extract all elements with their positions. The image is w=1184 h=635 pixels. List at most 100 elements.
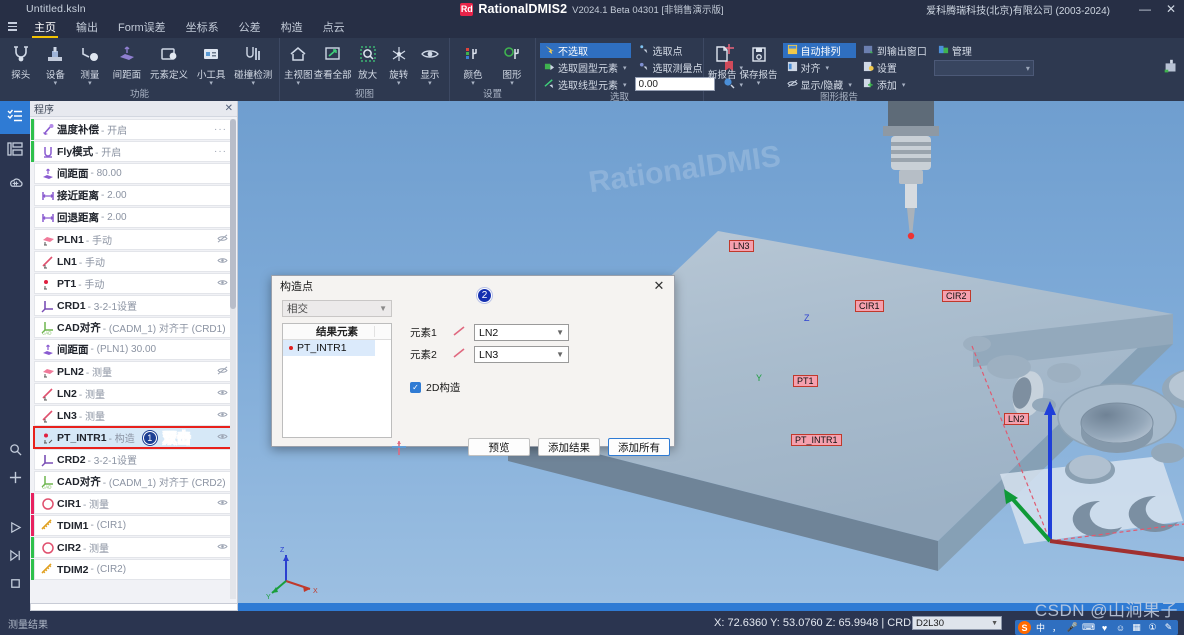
chevron-down-icon[interactable]: ▾ bbox=[623, 64, 627, 72]
ime-number-icon[interactable]: ① bbox=[1146, 621, 1159, 634]
add-result-button[interactable]: 添加结果 bbox=[538, 438, 600, 456]
program-row--[interactable]: 回退距离 - 2.00 bbox=[34, 207, 233, 228]
row-visible-icon[interactable] bbox=[217, 388, 228, 400]
select-tolerance-input[interactable] bbox=[634, 77, 715, 91]
ime-heart-icon[interactable]: ♥ bbox=[1098, 621, 1111, 634]
chevron-down-icon[interactable]: ▾ bbox=[88, 80, 92, 87]
chevron-down-icon[interactable]: ▾ bbox=[510, 80, 514, 87]
chevron-down-icon[interactable]: ▾ bbox=[251, 80, 255, 87]
preview-button[interactable]: 预览 bbox=[468, 438, 530, 456]
no-select-button[interactable]: 不选取 bbox=[540, 43, 631, 58]
show-hide-report-button[interactable]: 显示/隐藏 ▾ bbox=[783, 77, 856, 92]
row-visible-icon[interactable] bbox=[217, 278, 228, 290]
rail-program-list-button[interactable] bbox=[0, 101, 30, 134]
measure-button[interactable]: 测量 ▾ bbox=[73, 41, 107, 87]
chevron-down-icon[interactable]: ▾ bbox=[848, 81, 852, 89]
feature-label-ln2[interactable]: LN2 bbox=[1004, 413, 1029, 425]
program-row-cir2[interactable]: CIR2- 测量 bbox=[31, 537, 233, 558]
report-template-combo[interactable]: ▾ bbox=[933, 60, 1034, 76]
program-row-ln1[interactable]: LN1- 手动 bbox=[34, 251, 233, 272]
feature-label-ln3[interactable]: LN3 bbox=[729, 240, 754, 252]
program-row-list[interactable]: 温度补偿 - 开启 ··· Fly模式 - 开启 ··· 间距面 - 80.00 接近距离 - 2… bbox=[30, 117, 237, 611]
program-row-ln2[interactable]: LN2- 测量 bbox=[34, 383, 233, 404]
program-row-cad-[interactable]: CAD CAD对齐 - (CADM_1) 对齐于 (CRD1) bbox=[34, 317, 233, 338]
tab-construct[interactable]: 构造 bbox=[271, 18, 313, 38]
close-icon[interactable]: ✕ bbox=[225, 103, 233, 114]
rail-add-button[interactable] bbox=[0, 465, 30, 493]
probe-button[interactable]: 探头 bbox=[4, 41, 38, 81]
fit-all-button[interactable]: 查看全部 bbox=[314, 41, 352, 81]
program-row--[interactable]: 间距面 - 80.00 bbox=[34, 163, 233, 184]
probe-selector-combo[interactable]: D2L30 ▼ bbox=[912, 616, 1002, 630]
row-visible-icon[interactable] bbox=[217, 256, 228, 268]
align-report-button[interactable]: 对齐 ▾ bbox=[783, 60, 856, 75]
select-point-button[interactable]: 选取点 bbox=[635, 43, 715, 58]
row-visible-icon[interactable] bbox=[217, 542, 228, 554]
program-row-tdim2[interactable]: TDIM2- (CIR2) bbox=[31, 559, 233, 580]
chevron-down-icon[interactable]: ▾ bbox=[623, 81, 627, 89]
close-window-button[interactable]: ✕ bbox=[1158, 0, 1184, 18]
select-circle-feature-button[interactable]: 选取圆型元素 ▾ bbox=[540, 60, 631, 75]
select-line-feature-button[interactable]: 选取线型元素 ▾ bbox=[540, 77, 631, 92]
chevron-down-icon[interactable]: ▾ bbox=[397, 80, 401, 87]
sogou-logo-icon[interactable]: S bbox=[1018, 621, 1031, 634]
collision-button[interactable]: 碰撞检测 ▾ bbox=[231, 41, 275, 87]
feature-label-pt-intr1[interactable]: PT_INTR1 bbox=[791, 434, 842, 446]
feature-define-button[interactable]: 元素定义 bbox=[147, 41, 191, 81]
program-row--[interactable]: 间距面 - (PLN1) 30.00 bbox=[34, 339, 233, 360]
add-all-button[interactable]: 添加所有 bbox=[608, 438, 670, 456]
chevron-down-icon[interactable]: ▾ bbox=[471, 80, 475, 87]
ime-emoji-icon[interactable]: ☺ bbox=[1114, 621, 1127, 634]
construct-point-dialog[interactable]: 构造点 ✕ 2 相交 ▼ 结果元素 PT_INTR1 元素1 LN2 ▼ 元素2… bbox=[271, 275, 675, 456]
row-visible-icon[interactable] bbox=[217, 432, 228, 444]
element-1-combo[interactable]: LN2 ▼ bbox=[474, 324, 569, 341]
program-row-pln1[interactable]: PLN1- 手动 bbox=[34, 229, 233, 250]
report-settings-button[interactable]: 设置 bbox=[859, 60, 931, 75]
program-row--[interactable]: 温度补偿 - 开启 ··· bbox=[31, 119, 233, 140]
ime-toolbar[interactable]: S 中 ， 🎤 ⌨ ♥ ☺ ▦ ① ✎ bbox=[1015, 620, 1178, 635]
tab-pointcloud[interactable]: 点云 bbox=[313, 18, 355, 38]
clearance-plane-button[interactable]: 间距面 bbox=[108, 41, 147, 81]
rotate-button[interactable]: 旋转 ▾ bbox=[384, 41, 414, 87]
feature-label-cir2[interactable]: CIR2 bbox=[942, 290, 971, 302]
row-more-icon[interactable]: ··· bbox=[214, 124, 227, 135]
row-visible-icon[interactable] bbox=[217, 410, 228, 422]
element-2-combo[interactable]: LN3 ▼ bbox=[474, 346, 569, 363]
program-row-cir1[interactable]: CIR1- 测量 bbox=[31, 493, 233, 514]
chevron-down-icon[interactable]: ▾ bbox=[54, 80, 58, 87]
program-row-tdim1[interactable]: TDIM1- (CIR1) bbox=[31, 515, 233, 536]
feature-label-pt1[interactable]: PT1 bbox=[793, 375, 818, 387]
2d-construct-row[interactable]: ✓ 2D构造 bbox=[410, 380, 569, 395]
rail-cmm-button[interactable] bbox=[0, 167, 30, 200]
result-element-list[interactable]: 结果元素 PT_INTR1 bbox=[282, 323, 392, 438]
chevron-down-icon[interactable]: ▾ bbox=[902, 81, 906, 89]
chevron-down-icon[interactable]: ▾ bbox=[297, 80, 301, 87]
ime-mic-icon[interactable]: 🎤 bbox=[1066, 621, 1079, 634]
chevron-down-icon[interactable]: ▾ bbox=[826, 64, 830, 72]
program-row--[interactable]: 接近距离 - 2.00 bbox=[34, 185, 233, 206]
tab-tolerance[interactable]: 公差 bbox=[229, 18, 271, 38]
axis-cross-icon[interactable] bbox=[391, 440, 407, 459]
construct-method-combo[interactable]: 相交 ▼ bbox=[282, 300, 392, 317]
select-measure-point-button[interactable]: 选取测量点 bbox=[635, 60, 715, 75]
program-row-crd2[interactable]: CRD2- 3-2-1设置 bbox=[34, 449, 233, 470]
color-button[interactable]: 颜色 ▾ bbox=[454, 41, 492, 87]
chevron-down-icon[interactable]: ▾ bbox=[428, 80, 432, 87]
dialog-close-button[interactable]: ✕ bbox=[648, 277, 670, 295]
home-view-button[interactable]: 主视图 ▾ bbox=[284, 41, 313, 87]
to-output-window-button[interactable]: 到输出窗口 bbox=[859, 43, 931, 58]
result-list-item[interactable]: PT_INTR1 bbox=[283, 340, 375, 356]
rail-run-button[interactable] bbox=[0, 515, 30, 543]
program-scrollbar[interactable] bbox=[230, 119, 236, 599]
menu-icon[interactable] bbox=[0, 18, 24, 38]
rail-step-button[interactable] bbox=[0, 543, 30, 571]
program-row-crd1[interactable]: CRD1- 3-2-1设置 bbox=[34, 295, 233, 316]
new-report-button[interactable]: 新报告 bbox=[708, 41, 737, 81]
machine-status-icon[interactable] bbox=[1162, 58, 1180, 79]
program-row-pt1[interactable]: PT1- 手动 bbox=[34, 273, 233, 294]
row-hidden-icon[interactable] bbox=[217, 234, 228, 246]
rail-tree-view-button[interactable] bbox=[0, 134, 30, 167]
zoom-window-button[interactable]: 放大 bbox=[353, 41, 383, 81]
row-visible-icon[interactable] bbox=[217, 498, 228, 510]
manage-report-button[interactable]: 管理 bbox=[934, 43, 1034, 58]
